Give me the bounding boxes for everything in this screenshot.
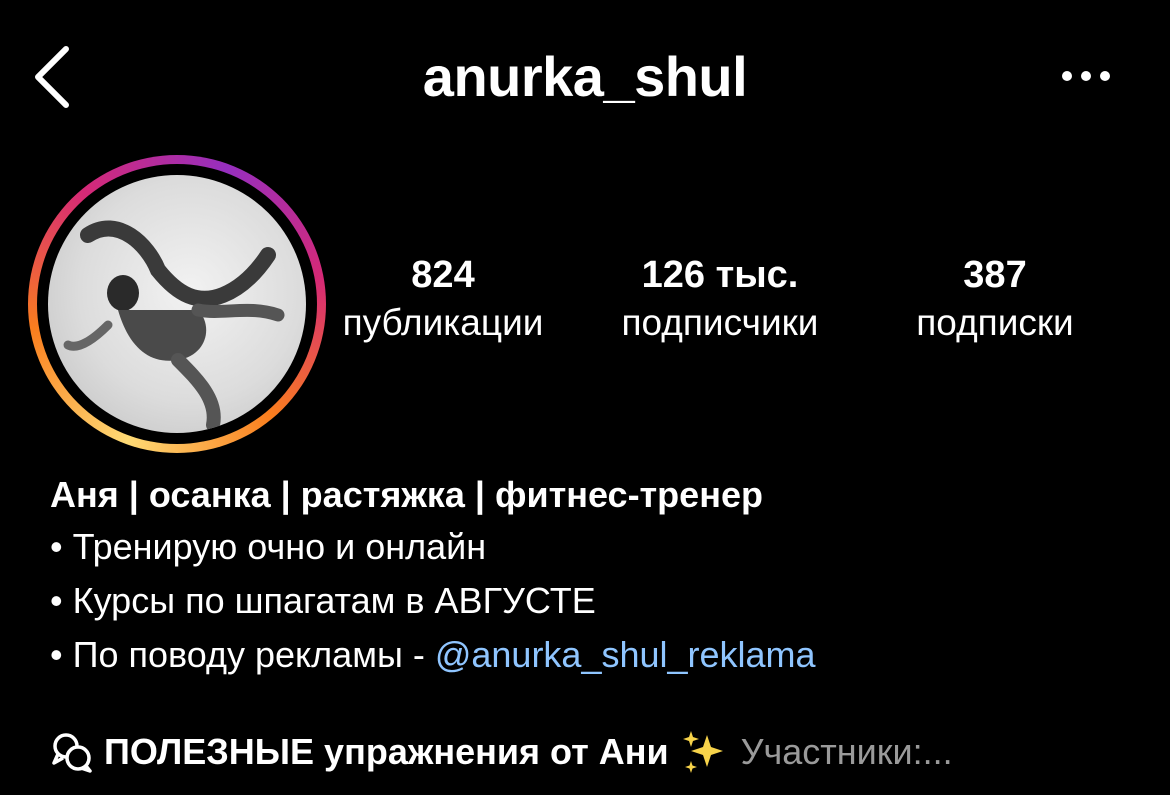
followers-count-value: 126 тыс. bbox=[641, 254, 799, 296]
bullet: • bbox=[50, 634, 73, 675]
following-count-label: подписки bbox=[916, 302, 1074, 343]
bio-line-text: Курсы по шпагатам в АВГУСТЕ bbox=[72, 580, 596, 621]
community-subtitle: Участники:... bbox=[740, 731, 953, 772]
followers-count-label: подписчики bbox=[621, 302, 819, 343]
profile-stats: 824 публикации 126 тыс. подписчики 387 п… bbox=[322, 252, 1112, 362]
following-count[interactable]: 387 подписки bbox=[890, 252, 1100, 348]
more-options-button[interactable] bbox=[1054, 56, 1118, 96]
posts-count[interactable]: 824 публикации bbox=[322, 252, 564, 348]
followers-count[interactable]: 126 тыс. подписчики bbox=[594, 252, 846, 348]
posts-count-label: публикации bbox=[342, 302, 544, 343]
sparkles-icon bbox=[682, 731, 723, 773]
profile-bio: Аня | осанка | растяжка | фитнес-тренер … bbox=[50, 470, 1130, 682]
bio-line: • По поводу рекламы - @anurka_shul_rekla… bbox=[50, 628, 1130, 682]
community-chat-icon bbox=[52, 733, 92, 773]
bio-line-text: По поводу рекламы - bbox=[72, 634, 435, 675]
following-count-value: 387 bbox=[963, 254, 1027, 296]
bio-name: Аня | осанка | растяжка | фитнес-тренер bbox=[50, 474, 763, 515]
community-title: ПОЛЕЗНЫЕ упражнения от Ани bbox=[104, 731, 669, 772]
top-bar: anurka_shul bbox=[0, 0, 1170, 150]
bio-line-text: Тренирую очно и онлайн bbox=[72, 526, 487, 567]
bullet: • bbox=[50, 526, 73, 567]
bio-line: • Тренирую очно и онлайн bbox=[50, 520, 1130, 574]
avatar-photo bbox=[63, 220, 285, 432]
bullet: • bbox=[50, 580, 73, 621]
more-horizontal-icon bbox=[1062, 71, 1110, 81]
bio-line: • Курсы по шпагатам в АВГУСТЕ bbox=[50, 574, 1130, 628]
avatar bbox=[48, 175, 306, 433]
story-ring[interactable] bbox=[28, 155, 326, 453]
posts-count-value: 824 bbox=[411, 254, 475, 296]
profile-username: anurka_shul bbox=[422, 45, 748, 108]
community-chat-link[interactable]: ПОЛЕЗНЫЕ упражнения от Ани Участники:... bbox=[50, 722, 1140, 782]
mention-link[interactable]: @anurka_shul_reklama bbox=[435, 634, 816, 675]
